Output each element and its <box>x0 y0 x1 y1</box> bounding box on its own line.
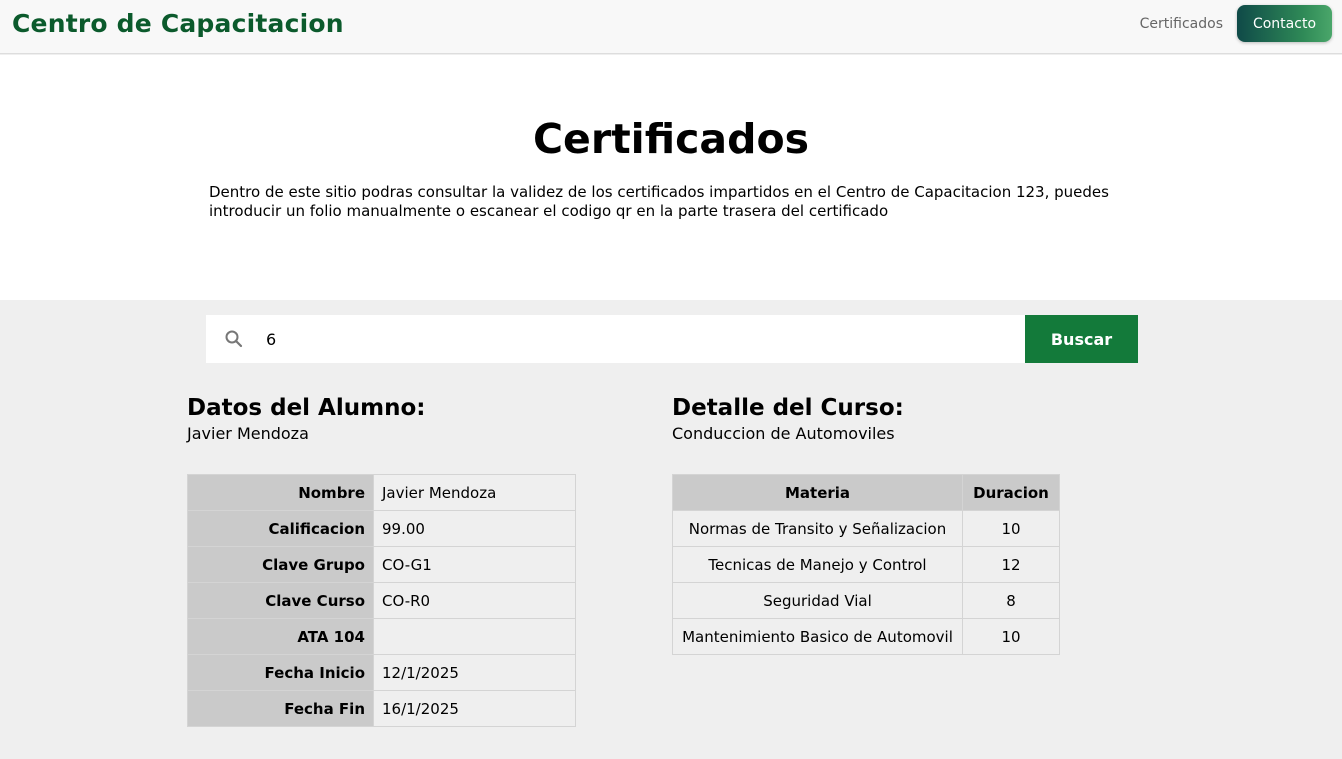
column-header-materia: Materia <box>672 474 963 511</box>
student-label: Nombre <box>187 474 374 511</box>
hero-section: Certificados Dentro de este sitio podras… <box>0 55 1342 300</box>
table-row: Fecha Fin 16/1/2025 <box>187 690 576 727</box>
table-row: Mantenimiento Basico de Automovil 10 <box>672 618 1060 655</box>
student-label: Clave Grupo <box>187 546 374 583</box>
page-title: Certificados <box>532 115 810 163</box>
search-icon <box>224 329 244 349</box>
duracion-cell: 10 <box>962 510 1060 547</box>
table-row: Nombre Javier Mendoza <box>187 474 576 511</box>
navbar: Centro de Capacitacion Certificados Cont… <box>0 0 1342 54</box>
student-value: 99.00 <box>373 510 576 547</box>
table-row: ATA 104 <box>187 618 576 655</box>
materia-cell: Seguridad Vial <box>672 582 963 619</box>
student-table: Nombre Javier Mendoza Calificacion 99.00… <box>187 474 576 727</box>
materia-cell: Tecnicas de Manejo y Control <box>672 546 963 583</box>
table-header-row: Materia Duracion <box>672 474 1060 511</box>
table-row: Seguridad Vial 8 <box>672 582 1060 619</box>
student-value: CO-G1 <box>373 546 576 583</box>
student-label: ATA 104 <box>187 618 374 655</box>
table-row: Tecnicas de Manejo y Control 12 <box>672 546 1060 583</box>
search-bar <box>206 315 1025 363</box>
buscar-button[interactable]: Buscar <box>1025 315 1138 363</box>
course-name: Conduccion de Automoviles <box>672 424 895 443</box>
table-row: Calificacion 99.00 <box>187 510 576 547</box>
student-value: 12/1/2025 <box>373 654 576 691</box>
nav-link-certificados[interactable]: Certificados <box>1140 16 1223 32</box>
table-row: Clave Curso CO-R0 <box>187 582 576 619</box>
materia-cell: Mantenimiento Basico de Automovil <box>672 618 963 655</box>
student-value <box>373 618 576 655</box>
table-row: Clave Grupo CO-G1 <box>187 546 576 583</box>
column-header-duracion: Duracion <box>962 474 1060 511</box>
table-row: Normas de Transito y Señalizacion 10 <box>672 510 1060 547</box>
student-value: Javier Mendoza <box>373 474 576 511</box>
duracion-cell: 12 <box>962 546 1060 583</box>
page-description: Dentro de este sitio podras consultar la… <box>209 183 1109 220</box>
brand-title[interactable]: Centro de Capacitacion <box>12 9 344 38</box>
student-label: Fecha Inicio <box>187 654 374 691</box>
student-section-title: Datos del Alumno: <box>187 395 426 421</box>
materia-cell: Normas de Transito y Señalizacion <box>672 510 963 547</box>
student-label: Fecha Fin <box>187 690 374 727</box>
course-table: Materia Duracion Normas de Transito y Se… <box>672 474 1060 655</box>
student-name: Javier Mendoza <box>187 424 309 443</box>
duracion-cell: 8 <box>962 582 1060 619</box>
contacto-button[interactable]: Contacto <box>1237 5 1332 42</box>
student-value: 16/1/2025 <box>373 690 576 727</box>
course-section-title: Detalle del Curso: <box>672 395 904 421</box>
student-value: CO-R0 <box>373 582 576 619</box>
student-label: Clave Curso <box>187 582 374 619</box>
table-row: Fecha Inicio 12/1/2025 <box>187 654 576 691</box>
duracion-cell: 10 <box>962 618 1060 655</box>
search-input[interactable] <box>258 315 1018 363</box>
student-label: Calificacion <box>187 510 374 547</box>
